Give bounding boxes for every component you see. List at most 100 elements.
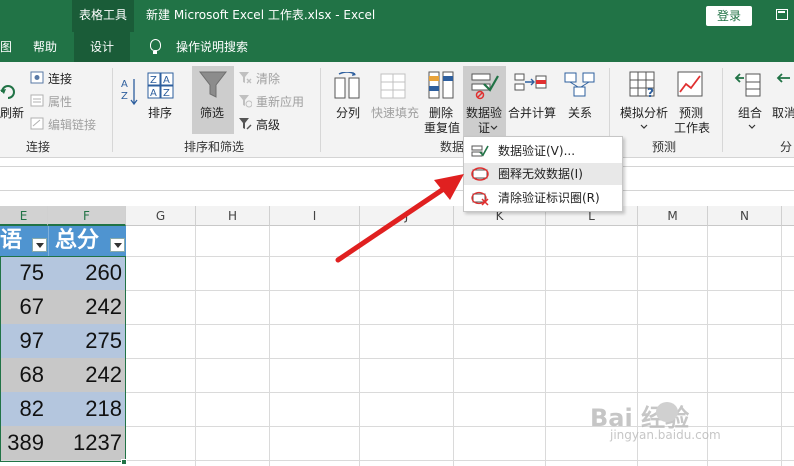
group-divider <box>112 68 113 152</box>
grid-line <box>545 226 546 466</box>
ribbon-tab-bar: 图 帮助 设计 操作说明搜索 <box>0 32 794 62</box>
reapply-button[interactable]: 重新应用 <box>256 93 304 110</box>
group-label-data-tools: 数据 <box>440 140 465 154</box>
svg-text:?: ? <box>647 86 654 100</box>
baidu-watermark: Bai 经验 jingyan.baidu.com <box>590 398 721 442</box>
consolidate-button[interactable]: 合并计算 <box>508 104 556 121</box>
column-header-f[interactable]: F <box>48 206 126 226</box>
tell-me-search[interactable]: 操作说明搜索 <box>176 32 248 62</box>
table-header-label: 语 <box>0 228 23 253</box>
text-to-columns-icon <box>334 72 360 99</box>
restore-window-icon[interactable] <box>776 9 788 20</box>
menu-item-label: 清除验证标识圈(R) <box>498 191 600 205</box>
svg-text:A: A <box>150 88 157 99</box>
advanced-button[interactable]: 高级 <box>256 116 280 133</box>
annotation-arrow-icon <box>335 174 464 263</box>
data-validation-dropdown-menu: 数据验证(V)... 圈释无效数据(I) 清除验证标识圈(R) <box>463 136 623 212</box>
consolidate-icon <box>514 73 547 91</box>
advanced-filter-icon <box>239 118 252 130</box>
data-validation-icon <box>471 145 489 157</box>
relationships-button[interactable]: 关系 <box>568 104 592 121</box>
ribbon: 刷新 连接 属性 编辑链接 连接 A Z Z A A Z 排序 筛选 清除 重新… <box>0 62 794 158</box>
chevron-down-icon <box>490 125 498 130</box>
properties-icon <box>30 94 44 107</box>
forecast-sheet-line2[interactable]: 工作表 <box>674 119 710 136</box>
circle-invalid-data-icon <box>471 167 489 181</box>
context-tab-table-tools[interactable]: 表格工具 <box>72 0 134 32</box>
grid-line <box>269 226 270 466</box>
column-header-e[interactable]: E <box>0 206 48 226</box>
group-divider <box>320 68 321 152</box>
svg-text:A: A <box>121 79 128 90</box>
grid-line <box>195 226 196 466</box>
menu-item-label: 数据验证(V)... <box>498 144 576 158</box>
menu-item-circle-invalid-data[interactable]: 圈释无效数据(I) <box>464 163 622 185</box>
tab-partial-left[interactable]: 图 <box>0 32 12 62</box>
forecast-sheet-icon <box>677 71 703 97</box>
group-divider <box>722 68 723 152</box>
data-validation-icon <box>471 73 499 100</box>
menu-item-data-validation[interactable]: 数据验证(V)... <box>464 140 622 162</box>
column-header-m[interactable]: M <box>638 206 708 226</box>
edit-links-icon <box>30 117 44 130</box>
tab-design[interactable]: 设计 <box>74 32 131 62</box>
svg-text:A: A <box>163 75 170 86</box>
ungroup-button[interactable]: 取消 <box>772 104 794 121</box>
refresh-icon <box>0 85 15 99</box>
filter-dropdown-icon[interactable] <box>32 238 47 252</box>
group-rows-icon <box>734 73 761 97</box>
sort-ascending-icon: A Z <box>121 79 138 106</box>
clear-validation-circles-icon <box>471 191 489 206</box>
svg-text:Z: Z <box>150 75 157 86</box>
flash-fill-button[interactable]: 快速填充 <box>371 104 419 121</box>
sort-icon: Z A A Z <box>147 72 174 99</box>
watermark-url: jingyan.baidu.com <box>610 428 721 442</box>
remove-duplicates-icon <box>428 71 454 99</box>
document-title: 新建 Microsoft Excel 工作表.xlsx - Excel <box>146 8 376 22</box>
tab-help[interactable]: 帮助 <box>33 32 57 62</box>
filter-funnel-icon <box>198 71 228 98</box>
remove-duplicates-line2[interactable]: 重复值 <box>424 119 460 136</box>
properties-button[interactable]: 属性 <box>48 93 72 110</box>
column-header-g[interactable]: G <box>126 206 196 226</box>
table-header-label: 总分 <box>55 228 100 253</box>
group-label-sort-filter: 排序和筛选 <box>184 140 245 154</box>
clear-button[interactable]: 清除 <box>256 70 280 87</box>
table-header-cell-f[interactable]: 总分 <box>48 226 126 256</box>
grid-line <box>781 226 782 466</box>
svg-text:Z: Z <box>121 91 128 102</box>
paw-logo-icon <box>656 402 678 422</box>
chevron-down-icon <box>640 124 648 129</box>
group-label-forecast: 预测 <box>652 140 677 154</box>
relationships-icon <box>564 72 595 97</box>
what-if-analysis-icon: ? <box>629 71 655 100</box>
menu-item-clear-validation-circles[interactable]: 清除验证标识圈(R) <box>464 187 622 209</box>
chevron-down-icon <box>748 124 756 129</box>
table-header-cell-e[interactable]: 语 <box>0 226 48 256</box>
menu-item-label: 圈释无效数据(I) <box>498 167 583 181</box>
connections-icon <box>30 71 44 84</box>
column-header-partial[interactable] <box>782 206 794 226</box>
reapply-icon <box>239 95 252 108</box>
column-header-h[interactable]: H <box>196 206 270 226</box>
filter-dropdown-icon[interactable] <box>110 238 125 252</box>
flash-fill-icon <box>380 73 406 99</box>
edit-links-button[interactable]: 编辑链接 <box>48 116 96 133</box>
filter-button[interactable]: 筛选 <box>200 104 224 121</box>
fill-handle[interactable] <box>121 459 127 465</box>
group-button[interactable]: 组合 <box>738 104 762 121</box>
what-if-analysis-button[interactable]: 模拟分析 <box>620 104 668 121</box>
data-validation-button-line2[interactable]: 证 <box>478 119 490 136</box>
text-to-columns-button[interactable]: 分列 <box>336 104 360 121</box>
sort-button[interactable]: 排序 <box>148 104 172 121</box>
clear-filter-icon <box>239 72 252 84</box>
lightbulb-icon <box>150 39 161 54</box>
column-header-n[interactable]: N <box>708 206 782 226</box>
connections-button[interactable]: 连接 <box>48 70 72 87</box>
login-button[interactable]: 登录 <box>706 6 752 26</box>
refresh-all-button[interactable]: 刷新 <box>0 104 24 121</box>
title-bar: 表格工具 新建 Microsoft Excel 工作表.xlsx - Excel… <box>0 0 794 32</box>
ungroup-icon <box>776 73 790 83</box>
svg-text:Z: Z <box>163 88 170 99</box>
group-label-outline: 分 <box>780 140 793 154</box>
